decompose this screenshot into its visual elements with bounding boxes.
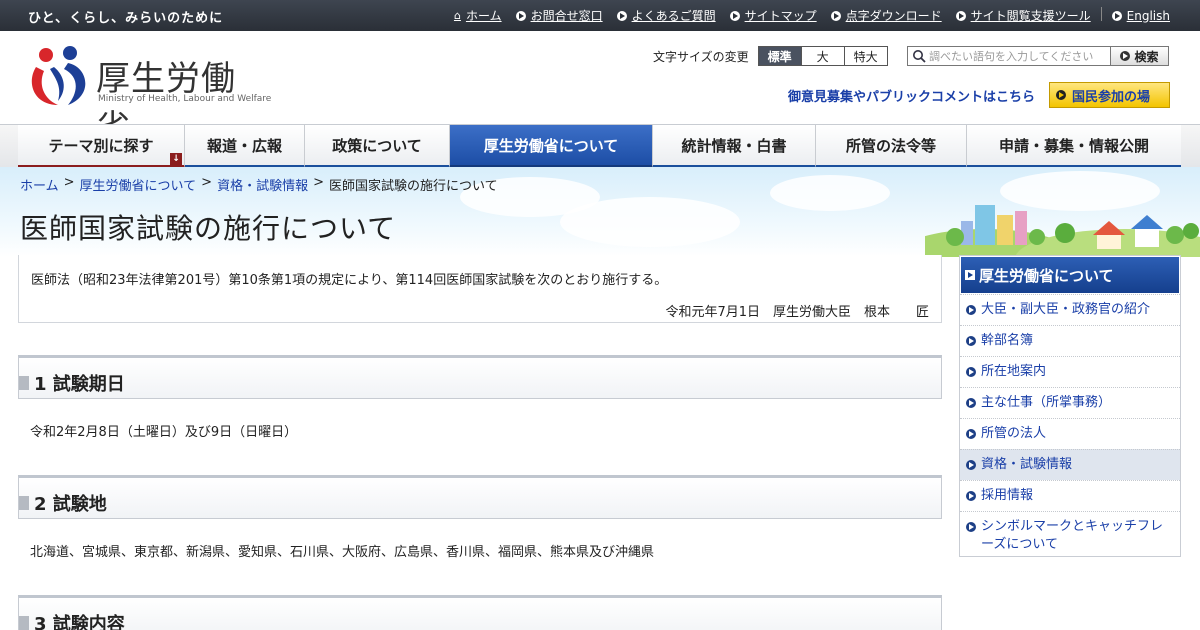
sidebar-list: 大臣・副大臣・政務官の紹介 幹部名簿 所在地案内 主な仕事（所掌事務） 所管の法… xyxy=(960,294,1180,560)
arrow-circle-icon xyxy=(515,10,526,21)
section-heading: 2 試験地 xyxy=(18,475,942,519)
arrow-circle-icon xyxy=(830,10,841,21)
global-nav: テーマ別に探す ↓ 報道・広報 政策について 厚生労働省について 統計情報・白書… xyxy=(0,124,1200,168)
site-logo[interactable]: 厚生労働省 Ministry of Health, Labour and Wel… xyxy=(28,43,272,148)
public-comment-link[interactable]: 御意見募集やパブリックコメントはこちら xyxy=(788,86,1035,105)
intro-box: 医師法（昭和23年法律第201号）第10条第1項の規定により、第114回医師国家… xyxy=(18,255,942,323)
sidebar-item[interactable]: 大臣・副大臣・政務官の紹介 xyxy=(960,294,1180,325)
arrow-circle-icon xyxy=(966,336,976,346)
sidebar-item-current[interactable]: 資格・試験情報 xyxy=(960,449,1180,480)
nav-item-themes[interactable]: テーマ別に探す ↓ xyxy=(18,125,185,168)
arrow-down-icon: ↓ xyxy=(170,153,182,165)
site-search: 調べたい語句を入力してください 検索 xyxy=(907,46,1169,66)
public-participation-button[interactable]: 国民参加の場 xyxy=(1049,82,1170,108)
page-title: 医師国家試験の施行について xyxy=(20,212,397,245)
nav-item-policy[interactable]: 政策について xyxy=(305,125,450,168)
search-input[interactable]: 調べたい語句を入力してください xyxy=(907,46,1111,66)
sidebar-item[interactable]: 幹部名簿 xyxy=(960,325,1180,356)
site-header: 厚生労働省 Ministry of Health, Labour and Wel… xyxy=(0,31,1200,148)
font-size-switcher: 文字サイズの変更 標準 大 特大 xyxy=(653,46,888,66)
nav-item-press[interactable]: 報道・広報 xyxy=(185,125,305,168)
breadcrumb: ホーム > 厚生労働省について > 資格・試験情報 > 医師国家試験の施行につい… xyxy=(20,175,498,194)
cloud-decoration xyxy=(770,175,890,211)
sidebar-item[interactable]: 所管の法人 xyxy=(960,418,1180,449)
arrow-circle-icon xyxy=(1056,90,1066,100)
nav-item-laws[interactable]: 所管の法令等 xyxy=(816,125,967,168)
section-marker-icon xyxy=(19,616,29,630)
search-icon xyxy=(913,50,926,63)
main-content: 医師法（昭和23年法律第201号）第10条第1項の規定により、第114回医師国家… xyxy=(18,255,942,630)
intro-text: 医師法（昭和23年法律第201号）第10条第1項の規定により、第114回医師国家… xyxy=(31,273,668,288)
arrow-circle-icon xyxy=(966,491,976,501)
font-size-large-button[interactable]: 大 xyxy=(800,46,845,66)
arrow-circle-icon xyxy=(1111,10,1122,21)
breadcrumb-about[interactable]: 厚生労働省について xyxy=(80,175,197,194)
arrow-circle-icon xyxy=(966,429,976,439)
tagline: ひと、くらし、みらいのために xyxy=(28,11,224,26)
sidebar: 厚生労働省について 大臣・副大臣・政務官の紹介 幹部名簿 所在地案内 主な仕事（… xyxy=(959,255,1181,557)
search-placeholder: 調べたい語句を入力してください xyxy=(929,50,1094,63)
utility-bar: ひと、くらし、みらいのために ⌂ ホーム お問合せ窓口 よくあるご質問 サイトマッ… xyxy=(0,0,1200,31)
arrow-circle-icon xyxy=(955,10,966,21)
page-hero: ホーム > 厚生労働省について > 資格・試験情報 > 医師国家試験の施行につい… xyxy=(0,167,1200,257)
arrow-circle-icon xyxy=(966,460,976,470)
intro-signature: 令和元年7月1日 厚生労働大臣 根本 匠 xyxy=(665,305,929,320)
utility-link-accessibility[interactable]: サイト閲覧支援ツール xyxy=(955,7,1091,24)
sidebar-item[interactable]: 主な仕事（所掌事務） xyxy=(960,387,1180,418)
nav-item-about[interactable]: 厚生労働省について xyxy=(450,125,653,168)
font-size-label: 文字サイズの変更 xyxy=(653,49,749,64)
utility-link-home[interactable]: ⌂ ホーム xyxy=(454,7,502,24)
arrow-circle-icon xyxy=(966,522,976,532)
arrow-circle-icon xyxy=(966,305,976,315)
nav-item-applications[interactable]: 申請・募集・情報公開 xyxy=(967,125,1181,168)
nav-item-statistics[interactable]: 統計情報・白書 xyxy=(653,125,816,168)
utility-link-english[interactable]: English xyxy=(1111,7,1170,24)
section-body: 令和2年2月8日（土曜日）及び9日（日曜日） xyxy=(30,425,298,440)
section-body: 北海道、宮城県、東京都、新潟県、愛知県、石川県、大阪府、広島県、香川県、福岡県、… xyxy=(30,545,655,560)
arrow-circle-icon xyxy=(1120,51,1131,61)
home-icon: ⌂ xyxy=(453,9,461,22)
utility-link-sitemap[interactable]: サイトマップ xyxy=(729,7,817,24)
arrow-square-icon xyxy=(965,270,975,280)
cloud-decoration xyxy=(560,197,740,247)
town-illustration-icon xyxy=(925,205,1200,257)
breadcrumb-current: 医師国家試験の施行について xyxy=(328,179,498,194)
arrow-circle-icon xyxy=(966,398,976,408)
section-heading: 3 試験内容 xyxy=(18,595,942,630)
utility-link-faq[interactable]: よくあるご質問 xyxy=(616,7,716,24)
arrow-circle-icon xyxy=(729,10,740,21)
sidebar-item[interactable]: 採用情報 xyxy=(960,480,1180,511)
arrow-circle-icon xyxy=(966,367,976,377)
breadcrumb-qualifications[interactable]: 資格・試験情報 xyxy=(217,175,308,194)
logo-subtitle: Ministry of Health, Labour and Welfare xyxy=(98,94,272,104)
section-marker-icon xyxy=(19,376,29,390)
font-size-xlarge-button[interactable]: 特大 xyxy=(843,46,888,66)
sidebar-title[interactable]: 厚生労働省について xyxy=(961,257,1179,293)
arrow-circle-icon xyxy=(616,10,627,21)
search-button[interactable]: 検索 xyxy=(1111,46,1169,66)
sidebar-item[interactable]: シンボルマークとキャッチフレーズについて xyxy=(960,511,1180,560)
utility-links: ⌂ ホーム お問合せ窓口 よくあるご質問 サイトマップ 点字ダウンロード サイト閲… xyxy=(454,7,1170,24)
utility-divider xyxy=(1100,7,1102,21)
sidebar-item[interactable]: 所在地案内 xyxy=(960,356,1180,387)
utility-link-braille[interactable]: 点字ダウンロード xyxy=(830,7,942,24)
section-heading: 1 試験期日 xyxy=(18,355,942,399)
font-size-standard-button[interactable]: 標準 xyxy=(757,46,802,66)
mhlw-logo-icon xyxy=(31,46,86,105)
utility-link-contact[interactable]: お問合せ窓口 xyxy=(515,7,603,24)
breadcrumb-home[interactable]: ホーム xyxy=(20,175,59,194)
section-marker-icon xyxy=(19,496,29,510)
